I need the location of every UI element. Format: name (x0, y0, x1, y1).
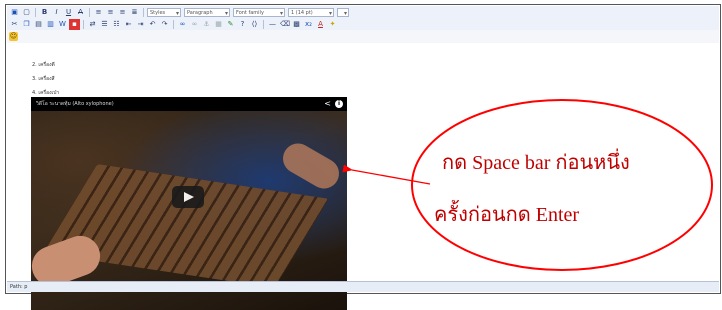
callout-line-2: ครั้งก่อนกด Enter (434, 204, 580, 226)
align-left-icon[interactable]: ≡ (93, 7, 104, 18)
bold-icon[interactable]: B (39, 7, 50, 18)
player-hand (277, 138, 345, 194)
redo-icon[interactable]: ↷ (159, 19, 170, 30)
toolbar-separator (263, 19, 264, 29)
toolbar-row-2: ✂ ❐ ▤ ▥ W ▪ ⇄ ☰ ☷ ⇤ ⇥ ↶ ↷ ∞ ∞ ⚓ ▦ ✎ ? ⟨⟩… (7, 18, 719, 30)
font-family-dropdown[interactable]: Font family (233, 7, 285, 18)
bullet-list-icon[interactable]: ☰ (99, 19, 110, 30)
cleanup-icon[interactable]: ✎ (225, 19, 236, 30)
help-icon[interactable]: ? (237, 19, 248, 30)
list-item: 3. เครื่องสี (32, 76, 55, 82)
copy-icon[interactable]: ❐ (21, 19, 32, 30)
horizontal-rule-icon[interactable]: — (267, 19, 278, 30)
number-list-icon[interactable]: ☷ (111, 19, 122, 30)
undo-icon[interactable]: ↶ (147, 19, 158, 30)
toolbar-separator (83, 19, 84, 29)
toolbar-row-1: ▣ ▢ B I U A ≡ ≡ ≡ ≣ Styles Paragraph Fon… (7, 6, 719, 18)
indent-icon[interactable]: ⇥ (135, 19, 146, 30)
anchor-icon[interactable]: ⚓ (201, 19, 212, 30)
image-icon[interactable]: ▦ (213, 19, 224, 30)
italic-icon[interactable]: I (51, 7, 62, 18)
paste-text-icon[interactable]: ▥ (45, 19, 56, 30)
toolbar-separator (173, 19, 174, 29)
instrument-list: 2. เครื่องตี 3. เครื่องสี 4. เครื่องเป่า (32, 58, 59, 100)
save-icon[interactable]: ▣ (9, 7, 20, 18)
underline-icon[interactable]: U (63, 7, 74, 18)
code-icon[interactable]: ⟨⟩ (249, 19, 260, 30)
new-document-icon[interactable]: ▢ (21, 7, 32, 18)
embedded-video[interactable]: วิดีโอ ระนาดทุ้ม (Alto xylophone) < i (31, 97, 347, 310)
outdent-icon[interactable]: ⇤ (123, 19, 134, 30)
share-icon[interactable]: < (324, 100, 331, 108)
sub-icon[interactable]: x₂ (303, 19, 314, 30)
status-bar: Path: p (7, 281, 719, 292)
toolbar-separator (35, 7, 36, 17)
replace-icon[interactable]: ⇄ (87, 19, 98, 30)
smiley-icon[interactable]: ☺ (9, 32, 18, 41)
paste-word-icon[interactable]: W (57, 19, 68, 30)
font-size-dropdown[interactable]: 1 (14 pt) (288, 7, 334, 18)
align-center-icon[interactable]: ≡ (105, 7, 116, 18)
unlink-icon[interactable]: ∞ (189, 19, 200, 30)
styles-dropdown[interactable]: Styles (147, 7, 181, 18)
play-icon[interactable] (172, 186, 204, 208)
callout-line-1: กด Space bar ก่อนหนึ่ง (442, 152, 630, 174)
justify-icon[interactable]: ≣ (129, 7, 140, 18)
align-right-icon[interactable]: ≡ (117, 7, 128, 18)
highlight-icon[interactable]: ✦ (327, 19, 338, 30)
toolbar-row-3: ☺ (7, 30, 719, 43)
cut-icon[interactable]: ✂ (9, 19, 20, 30)
remove-format-icon[interactable]: ⌫ (279, 19, 290, 30)
font-color-icon[interactable]: A (315, 19, 326, 30)
format-dropdown[interactable]: Paragraph (184, 7, 230, 18)
info-icon[interactable]: i (335, 100, 343, 108)
element-path: Path: p (10, 284, 28, 290)
find-icon[interactable]: ▪ (69, 18, 80, 30)
video-title-bar: วิดีโอ ระนาดทุ้ม (Alto xylophone) < i (31, 97, 347, 111)
visual-aid-icon[interactable]: ▩ (291, 19, 302, 30)
strikethrough-icon[interactable]: A (75, 7, 86, 18)
video-title[interactable]: วิดีโอ ระนาดทุ้ม (Alto xylophone) (36, 101, 114, 107)
link-icon[interactable]: ∞ (177, 19, 188, 30)
extra-dropdown[interactable] (337, 7, 349, 18)
list-item: 2. เครื่องตี (32, 62, 55, 68)
paste-icon[interactable]: ▤ (33, 19, 44, 30)
toolbar-separator (89, 7, 90, 17)
toolbar-separator (143, 7, 144, 17)
